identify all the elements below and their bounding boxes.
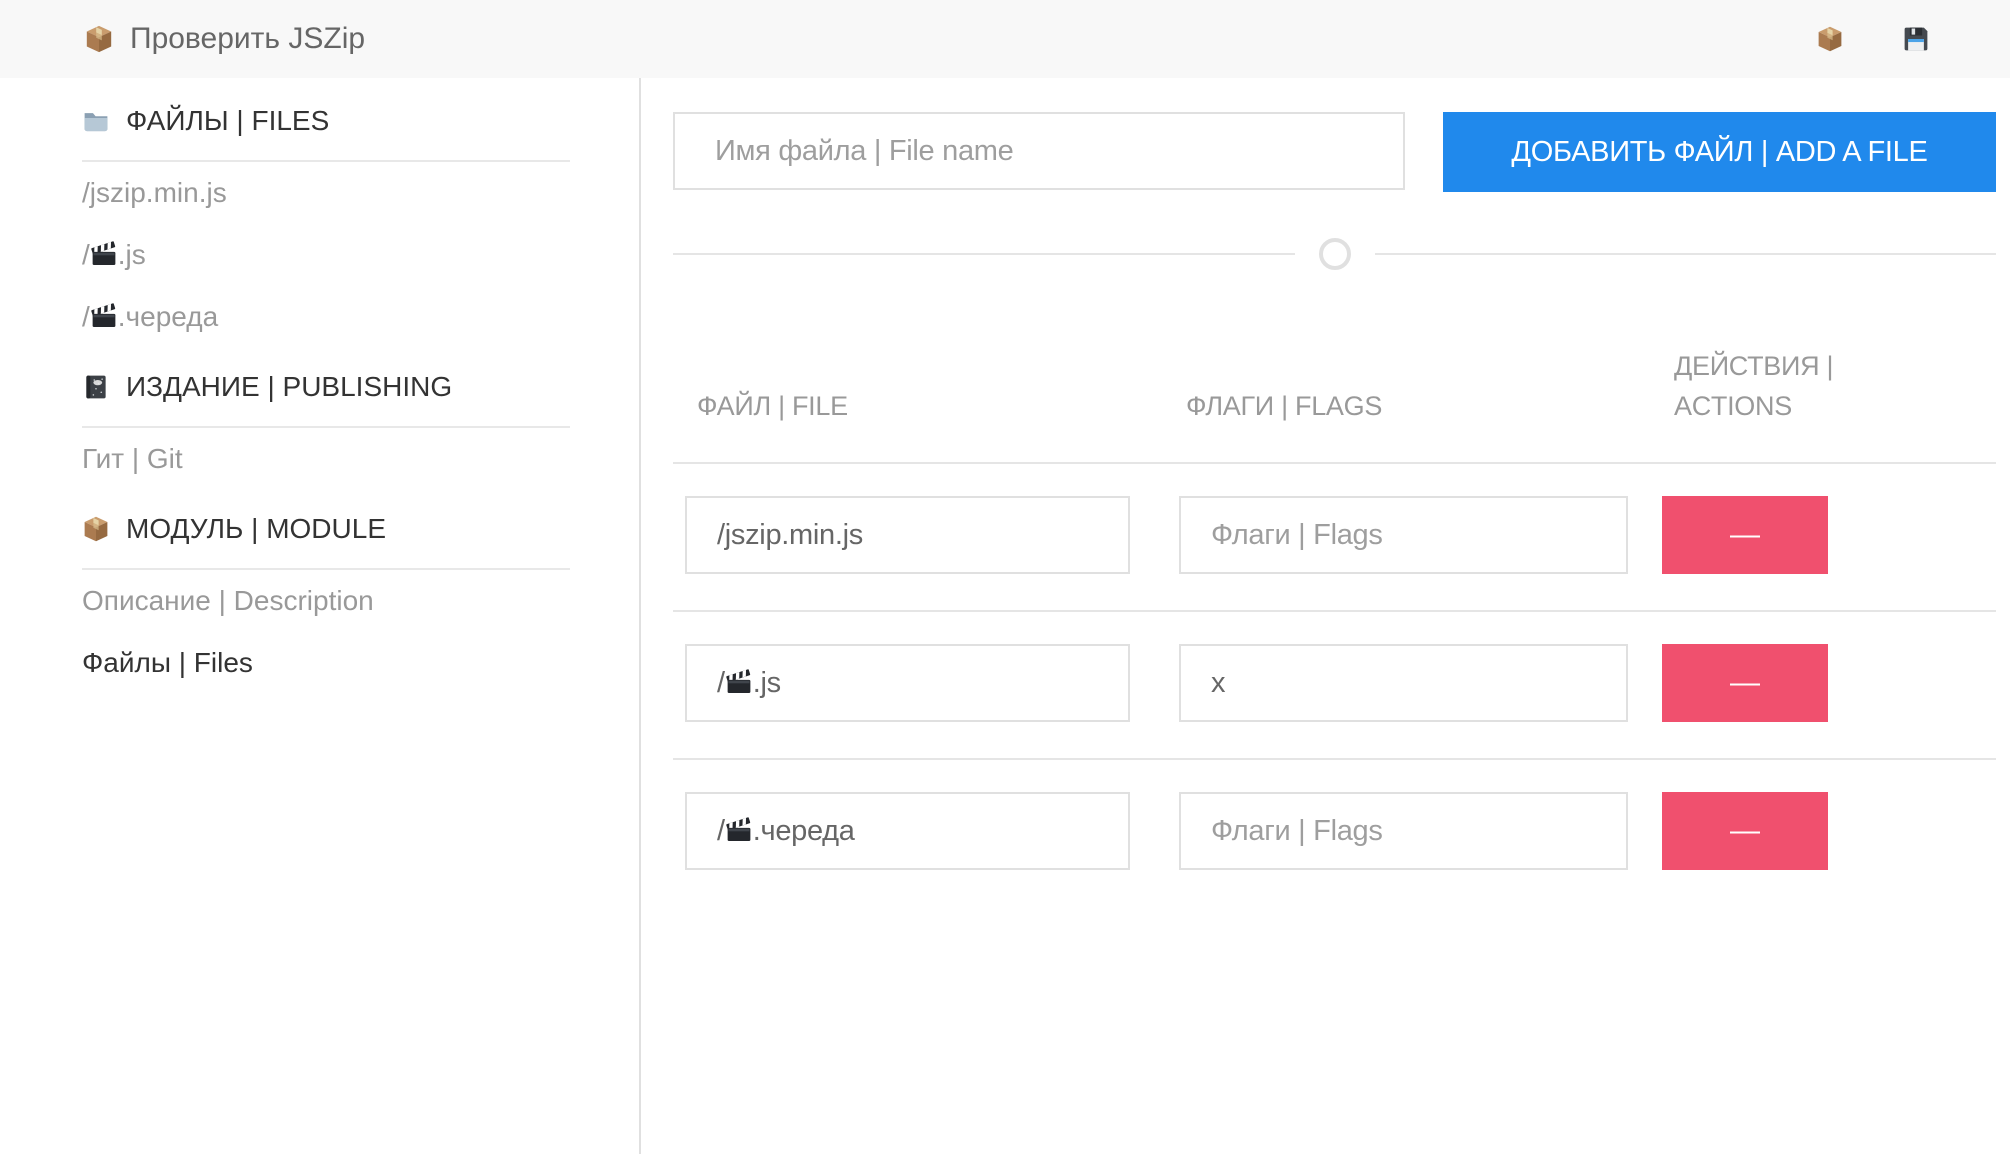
table-cell-flags — [1162, 610, 1650, 758]
sidebar-item-description[interactable]: Описание | Description — [82, 584, 570, 618]
file-path-value: .js — [753, 667, 781, 700]
file-path-input[interactable]: / .череда — [685, 792, 1130, 870]
app-title: Проверить JSZip — [84, 22, 365, 56]
sidebar-item-label: .череда — [118, 300, 218, 334]
table-cell-flags — [1162, 462, 1650, 610]
sidebar-divider — [82, 160, 570, 162]
file-path-input[interactable]: / .js — [685, 644, 1130, 722]
sidebar-header-module: МОДУЛЬ | MODULE — [82, 512, 570, 546]
file-path-value: .череда — [753, 815, 855, 848]
sidebar-section-publishing: ИЗДАНИЕ | PUBLISHING Гит | Git — [82, 370, 570, 476]
column-header-file: ФАЙЛ | FILE — [673, 346, 1162, 462]
clapper-icon — [90, 238, 118, 272]
package-icon — [84, 24, 114, 54]
clapper-icon — [725, 667, 753, 700]
sidebar-section-module: МОДУЛЬ | MODULE Описание | Description Ф… — [82, 512, 570, 680]
flags-input[interactable] — [1179, 644, 1628, 722]
sidebar-item-label: Файлы | Files — [82, 646, 253, 680]
remove-file-button[interactable]: — — [1662, 792, 1828, 870]
notebook-icon — [82, 373, 110, 401]
file-path-value: /jszip.min.js — [717, 519, 863, 552]
file-path-value: / — [717, 667, 725, 700]
sidebar-item-clapper-js[interactable]: / .js — [82, 238, 570, 272]
add-file-button[interactable]: ДОБАВИТЬ ФАЙЛ | ADD A FILE — [1443, 112, 1996, 192]
sidebar-item-files-active[interactable]: Файлы | Files — [82, 646, 570, 680]
sidebar-item-label: / — [82, 300, 90, 334]
sidebar-item-label: .js — [118, 238, 146, 272]
main-panel: ДОБАВИТЬ ФАЙЛ | ADD A FILE ФАЙЛ | FILE Ф… — [641, 78, 2010, 1154]
flags-input[interactable] — [1179, 792, 1628, 870]
sidebar-header-publishing: ИЗДАНИЕ | PUBLISHING — [82, 370, 570, 404]
topbar-actions — [1816, 25, 1930, 53]
sidebar-item-clapper-chereda[interactable]: / .череда — [82, 300, 570, 334]
table-row: / .js — [673, 610, 1162, 758]
remove-file-button[interactable]: — — [1662, 496, 1828, 574]
divider-line — [673, 253, 1295, 255]
sidebar-item-label: / — [82, 238, 90, 272]
app-title-text: Проверить JSZip — [130, 22, 365, 56]
sidebar-item-label: Гит | Git — [82, 442, 183, 476]
column-header-flags: ФЛАГИ | FLAGS — [1162, 346, 1650, 462]
table-row: / .череда — [673, 758, 1162, 906]
table-row: /jszip.min.js — [673, 462, 1162, 610]
files-table: ФАЙЛ | FILE ФЛАГИ | FLAGS ДЕЙСТВИЯ | ACT… — [673, 346, 1996, 906]
package-icon — [82, 515, 110, 543]
sidebar-header-label: ФАЙЛЫ | FILES — [126, 104, 329, 138]
table-cell-actions: — — [1650, 462, 1996, 610]
table-cell-actions: — — [1650, 758, 1996, 906]
divider-line — [1375, 253, 1997, 255]
file-path-input[interactable]: /jszip.min.js — [685, 496, 1130, 574]
sidebar-divider — [82, 568, 570, 570]
package-icon[interactable] — [1816, 25, 1844, 53]
circle-divider — [673, 238, 1996, 270]
file-path-value: / — [717, 815, 725, 848]
save-icon[interactable] — [1902, 25, 1930, 53]
remove-file-button[interactable]: — — [1662, 644, 1828, 722]
add-file-row: ДОБАВИТЬ ФАЙЛ | ADD A FILE — [673, 112, 1996, 192]
sidebar: ФАЙЛЫ | FILES /jszip.min.js / .js / .черед… — [0, 78, 641, 1154]
topbar: Проверить JSZip — [0, 0, 2010, 78]
clapper-icon — [90, 300, 118, 334]
sidebar-item-label: Описание | Description — [82, 584, 374, 618]
column-header-actions: ДЕЙСТВИЯ | ACTIONS — [1650, 346, 1996, 462]
circle-icon — [1319, 238, 1351, 270]
sidebar-header-label: МОДУЛЬ | MODULE — [126, 512, 386, 546]
table-cell-flags — [1162, 758, 1650, 906]
folder-icon — [82, 107, 110, 135]
sidebar-item-label: /jszip.min.js — [82, 176, 227, 210]
sidebar-item-git[interactable]: Гит | Git — [82, 442, 570, 476]
file-name-input[interactable] — [673, 112, 1405, 190]
table-cell-actions: — — [1650, 610, 1996, 758]
sidebar-section-files: ФАЙЛЫ | FILES /jszip.min.js / .js / .черед… — [82, 104, 570, 334]
sidebar-header-label: ИЗДАНИЕ | PUBLISHING — [126, 370, 452, 404]
sidebar-divider — [82, 426, 570, 428]
sidebar-header-files: ФАЙЛЫ | FILES — [82, 104, 570, 138]
sidebar-item-jszip-min-js[interactable]: /jszip.min.js — [82, 176, 570, 210]
flags-input[interactable] — [1179, 496, 1628, 574]
clapper-icon — [725, 815, 753, 848]
